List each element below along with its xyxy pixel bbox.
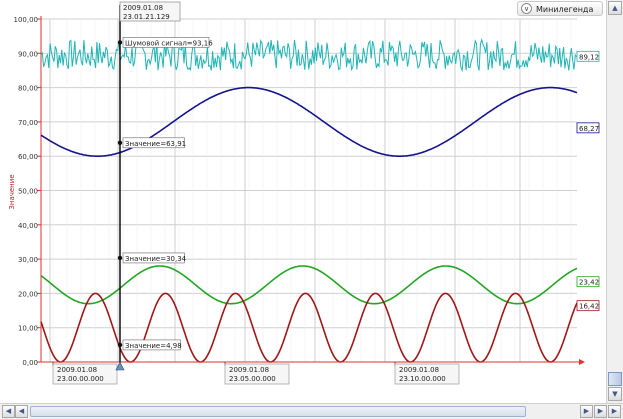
chevron-down-icon: ∨	[521, 3, 532, 14]
line-chart[interactable]: 0,00 10,00 20,00 30,00 40,00 50,00 60,00 70,00 8…	[0, 0, 623, 419]
y-tick-label: 100,00	[14, 16, 39, 24]
chart-window: 0,00 10,00 20,00 30,00 40,00 50,00 60,00 70,00 8…	[0, 0, 623, 419]
scroll-down-icon[interactable]: ▼	[608, 387, 622, 401]
x-tick-time: 23.10.00.000	[399, 375, 446, 383]
end-value-label: 16,42	[579, 303, 599, 311]
x-tick-date: 2009.01.08	[399, 366, 439, 374]
x-tick-time: 23.00.00.000	[57, 375, 104, 383]
scroll-thumb[interactable]	[608, 372, 622, 386]
end-value-label: 68,27	[579, 125, 599, 133]
x-tick-date: 2009.01.08	[57, 366, 97, 374]
scroll-first-icon[interactable]: ◀	[2, 405, 15, 418]
scroll-up-icon[interactable]: ▲	[608, 1, 622, 15]
cursor-readout-label: Значение=63,91	[125, 140, 186, 148]
scroll-last-icon[interactable]: ▶	[594, 405, 607, 418]
y-tick-label: 20,00	[18, 290, 38, 298]
cursor-point	[117, 140, 123, 145]
cursor-readout-label: Значение=4,98	[125, 342, 182, 350]
end-value-label: 89,12	[579, 53, 599, 61]
cursor-point	[117, 40, 123, 45]
vertical-scrollbar[interactable]: ▲ ▼	[606, 0, 623, 403]
scroll-left-icon[interactable]: ◀	[15, 405, 28, 418]
x-tick-date: 2009.01.08	[229, 366, 269, 374]
horizontal-scroll-thumb[interactable]	[30, 406, 526, 417]
y-tick-label: 40,00	[18, 222, 38, 230]
minilegend-button[interactable]: ∨ Минилегенда	[517, 1, 603, 16]
y-tick-label: 90,00	[18, 50, 38, 58]
cursor-date: 2009.01.08	[123, 4, 163, 12]
horizontal-scrollbar[interactable]: ◀ ◀ ▶ ▶ ▶	[0, 403, 623, 419]
scroll-right-icon[interactable]: ▶	[580, 405, 593, 418]
end-value-label: 23,42	[579, 279, 599, 287]
cursor-readout-label: Шумовой сигнал=93,16	[125, 39, 213, 47]
minilegend-label: Минилегенда	[536, 5, 594, 14]
y-tick-label: 10,00	[18, 325, 38, 333]
y-tick-label: 80,00	[18, 85, 38, 93]
y-axis-label: Значение	[8, 174, 16, 209]
cursor-point	[117, 342, 123, 348]
x-tick-time: 23.05.00.000	[229, 375, 276, 383]
cursor-point	[117, 255, 123, 261]
cursor-time: 23.01.21.129	[123, 13, 170, 21]
y-tick-label: 50,00	[18, 188, 38, 196]
cursor-readout-label: Значение=30,34	[125, 255, 187, 263]
y-tick-label: 30,00	[18, 256, 38, 264]
y-tick-label: 70,00	[18, 119, 38, 127]
scroll-end-icon[interactable]: ▶	[608, 405, 621, 418]
y-tick-label: 60,00	[18, 153, 38, 161]
y-tick-label: 0,00	[22, 359, 38, 367]
